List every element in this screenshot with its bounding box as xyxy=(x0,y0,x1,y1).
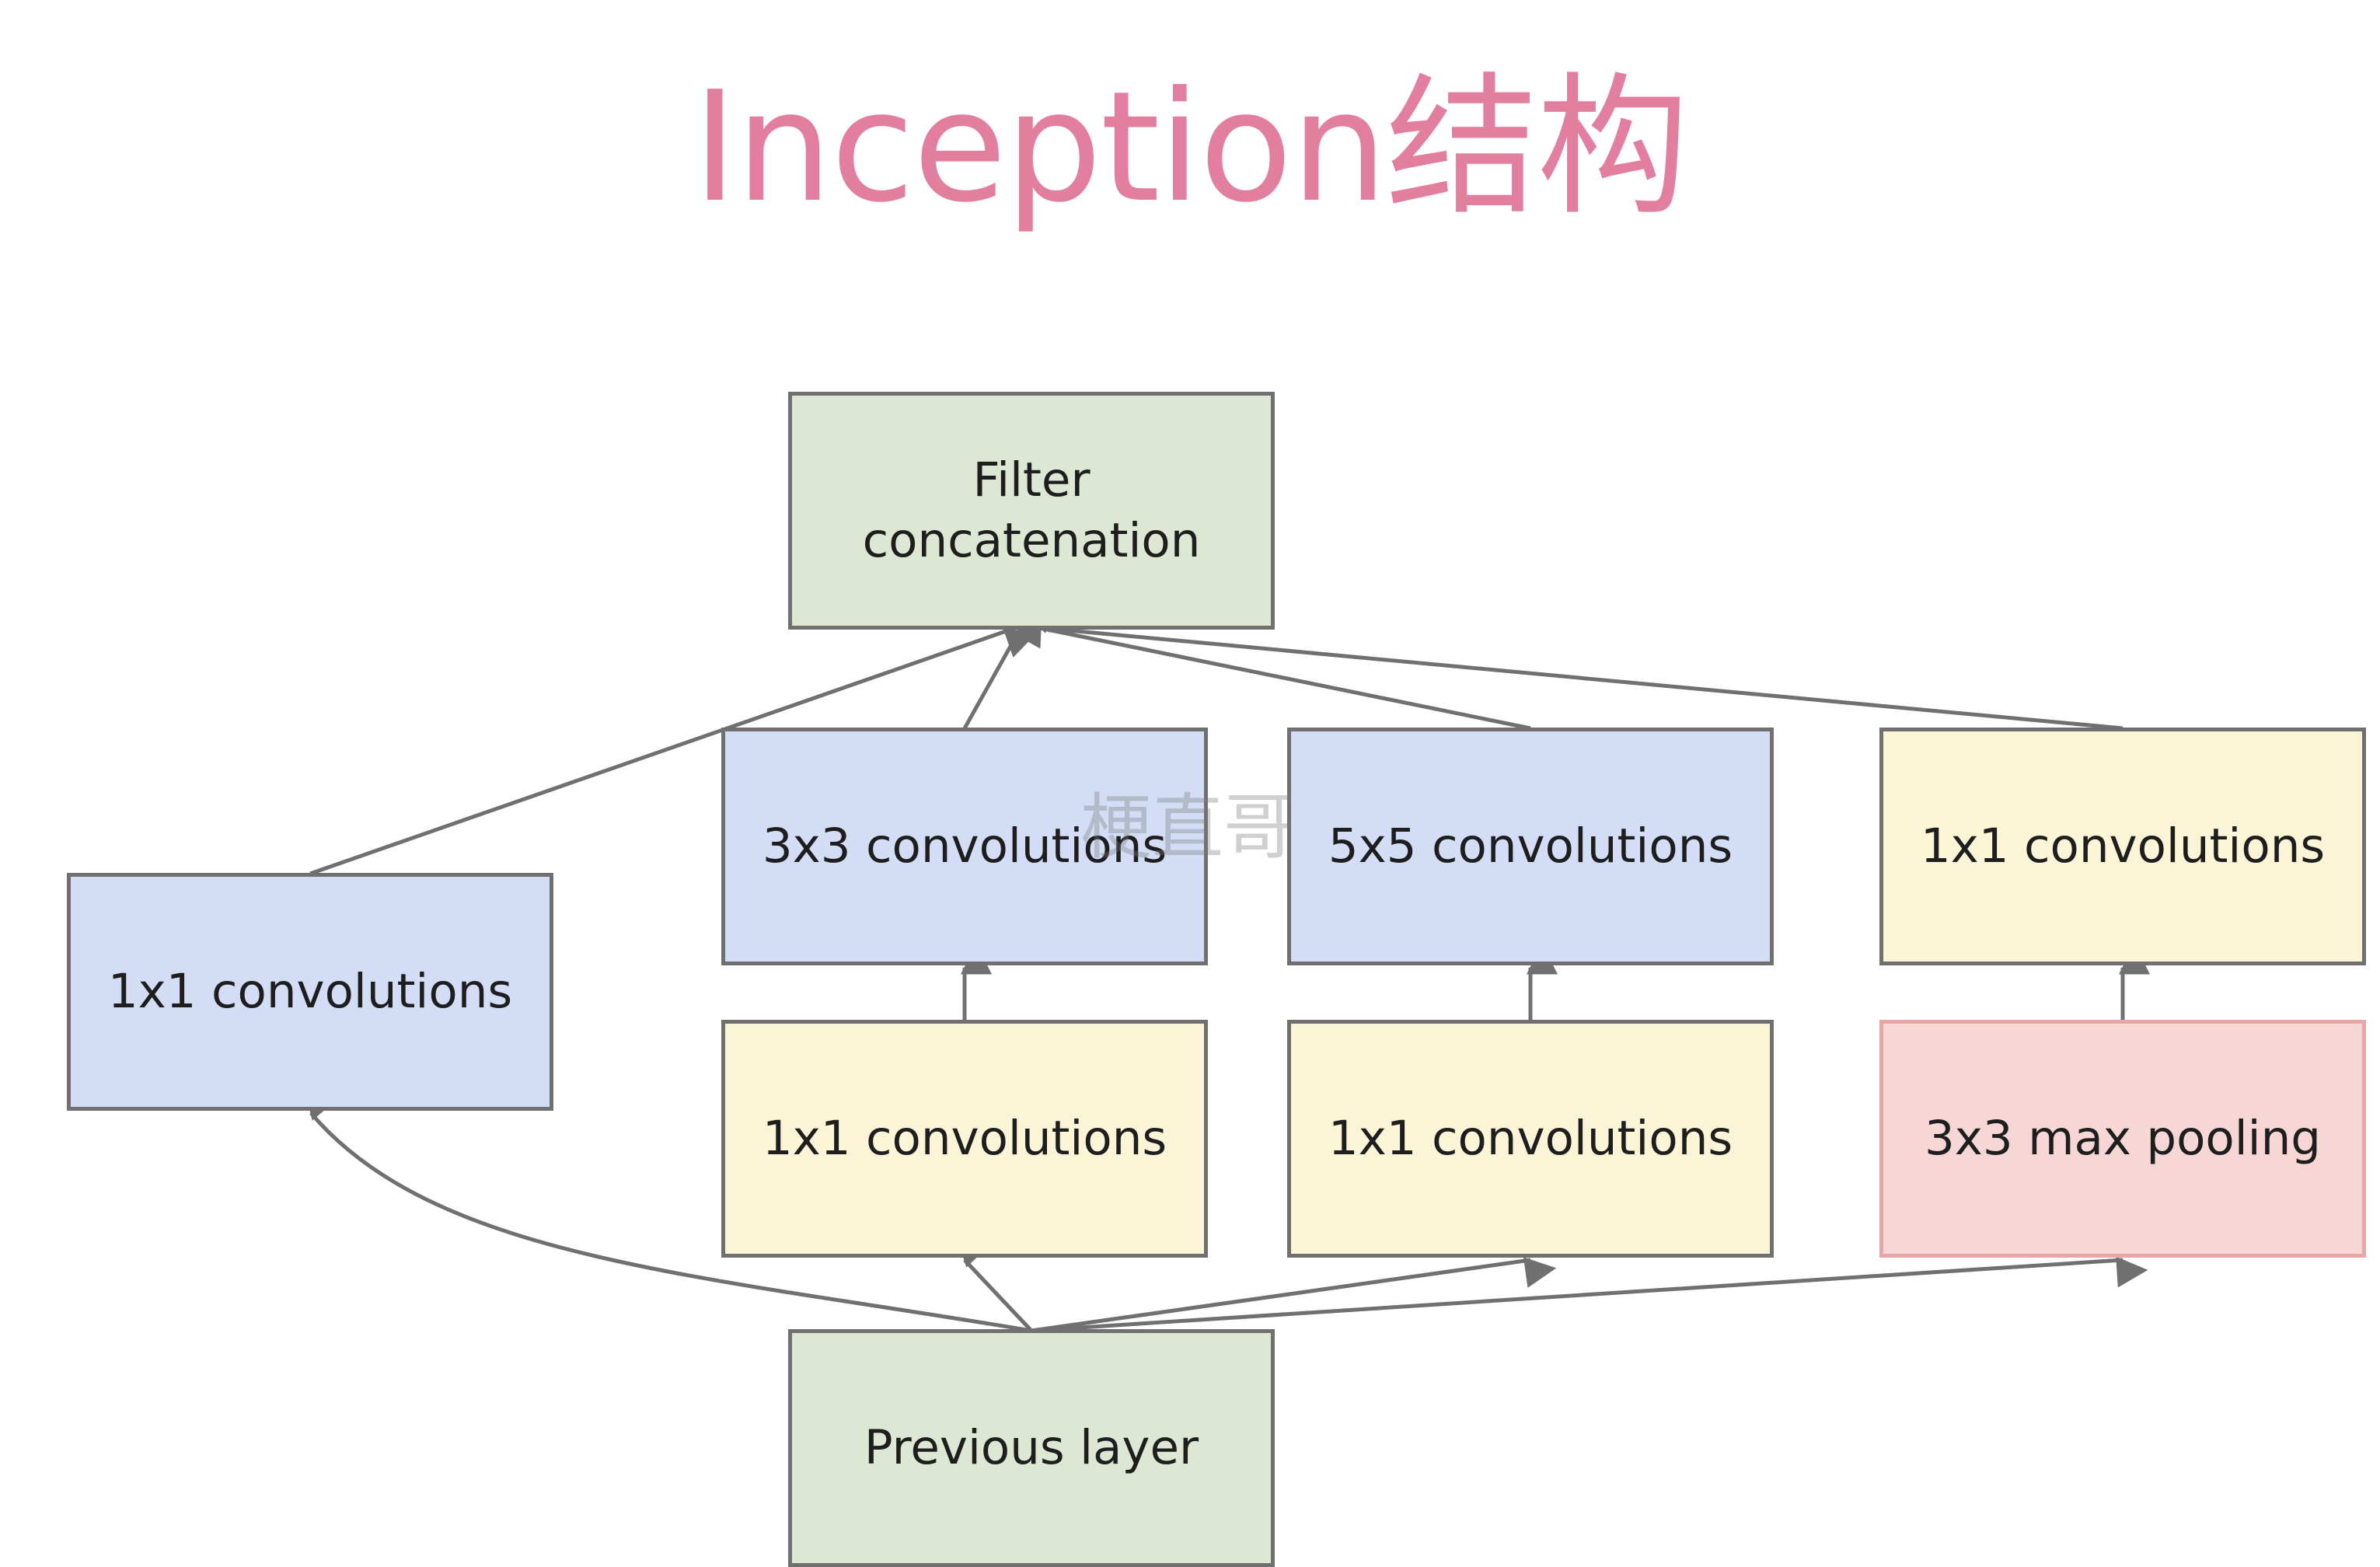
conv-3x3-box: 3x3 convolutions xyxy=(721,728,1208,965)
filter-concatenation-box: Filter concatenation xyxy=(788,392,1275,630)
edge-conv1x1-right-to-concat xyxy=(1020,601,2124,731)
conv-1x1-reduce-3x3-box: 1x1 convolutions xyxy=(721,1020,1208,1258)
conv-3x3-label: 3x3 convolutions xyxy=(762,818,1167,874)
conv-5x5-box: 5x5 convolutions xyxy=(1287,728,1774,965)
conv-1x1-left-label: 1x1 convolutions xyxy=(107,964,513,1019)
max-pooling-3x3-box: 3x3 max pooling xyxy=(1879,1020,2366,1258)
conv-1x1-after-pool-label: 1x1 convolutions xyxy=(1920,818,2326,874)
conv-1x1-reduce-3x3-label: 1x1 convolutions xyxy=(762,1111,1167,1166)
edge-previous-to-maxpool xyxy=(1031,1256,2148,1333)
max-pooling-3x3-label: 3x3 max pooling xyxy=(1924,1111,2322,1166)
conv-1x1-after-pool-box: 1x1 convolutions xyxy=(1879,728,2366,965)
filter-concatenation-label: Filter concatenation xyxy=(862,452,1201,568)
conv-5x5-label: 5x5 convolutions xyxy=(1328,818,1733,874)
conv-1x1-reduce-5x5-box: 1x1 convolutions xyxy=(1287,1020,1774,1258)
edge-conv5x5-to-concat xyxy=(1018,602,1531,731)
conv-1x1-left-box: 1x1 convolutions xyxy=(67,873,553,1111)
inception-diagram: Filter concatenation 1x1 convolutions 3x… xyxy=(0,0,2380,1567)
previous-layer-label: Previous layer xyxy=(864,1420,1199,1475)
conv-1x1-reduce-5x5-label: 1x1 convolutions xyxy=(1328,1111,1733,1166)
edge-previous-to-reduce-5x5 xyxy=(1031,1257,1557,1333)
previous-layer-box: Previous layer xyxy=(788,1329,1275,1567)
